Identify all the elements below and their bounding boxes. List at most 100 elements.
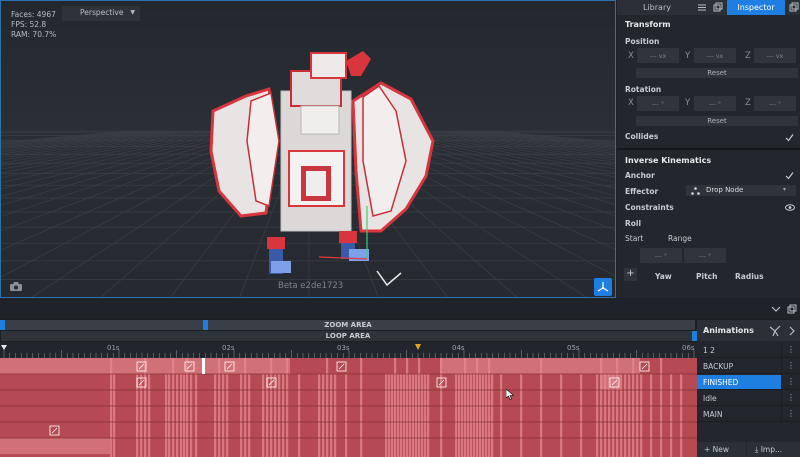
more-options-icon[interactable]: ⋮ [781,343,800,358]
keyframe-column [226,374,229,457]
keyframe-column [298,374,301,457]
tick-label: 05s [567,344,580,352]
plus-icon: + [704,445,713,454]
chevron-right-icon[interactable] [787,325,797,337]
range-label: Range [668,234,692,243]
fps-readout: FPS: 52.8 [11,20,47,29]
keyframe-column [412,374,415,457]
animation-item[interactable]: BACKUP [697,359,781,374]
more-options-icon[interactable]: ⋮ [781,375,800,390]
pos-z-input[interactable]: --- vx [754,48,796,63]
collides-checkbox[interactable] [785,133,794,142]
keyframe-column [421,374,424,457]
tick-label: 03s [337,344,350,352]
keyframe-column [596,374,599,457]
camera-mode-dropdown[interactable]: Perspective ▼ [62,6,140,21]
time-ruler[interactable]: 01s 02s 03s 04s 05s 06s [0,342,697,358]
keyframe-column [500,374,503,457]
effector-dropdown[interactable]: Drop Node ▾ [686,185,796,196]
keyframe-column [176,374,179,457]
3d-viewport[interactable]: Faces: 4967 FPS: 52.8 RAM: 70.7% Perspec… [0,0,616,298]
rot-x-input[interactable]: --- ° [637,96,679,111]
add-constraint-button[interactable]: + [624,268,637,281]
faces-count: Faces: 4967 [11,10,56,19]
keyframe-column [240,374,243,457]
camera-icon[interactable] [10,282,22,291]
anchor-label: Anchor [625,171,655,180]
keyframe-column [148,374,151,457]
keyframe-track-area [0,358,697,457]
node-icon [691,187,700,195]
keyframe-column [624,374,627,457]
zoom-area-bar[interactable]: ZOOM AREA [1,320,695,330]
rot-z-label: Z [745,98,751,108]
rotation-reset-button[interactable]: Reset [636,116,798,126]
roll-start-input[interactable]: --- ° [640,248,682,263]
keyframe-column [680,374,683,457]
keyframe-column [473,374,476,457]
loop-area-bar[interactable]: LOOP AREA [1,331,695,341]
keyframe-column [580,374,583,457]
new-animation-button[interactable]: + New [697,442,746,457]
more-options-icon[interactable]: ⋮ [781,407,800,422]
eye-icon[interactable] [785,203,795,212]
keyframe-column [467,374,470,457]
tick-label: 01s [107,344,120,352]
import-animation-button[interactable]: ⤓ Imp... [747,442,800,457]
keyframe-column [388,374,391,457]
voxel-character[interactable] [209,51,435,287]
keyframe-column [190,374,193,457]
axis-gizmo-button[interactable] [594,278,612,296]
timeline-toolbar [0,300,800,319]
mouse-cursor-icon [506,389,514,400]
loop-start-marker [1,345,7,350]
keyframe-column [400,374,403,457]
popout-icon[interactable] [786,304,798,315]
anchor-checkbox[interactable] [785,171,794,180]
tab-inspector[interactable]: Inspector [727,0,785,15]
zoom-handle-left[interactable] [0,320,5,330]
keyframe-column [415,374,418,457]
start-label: Start [625,234,644,243]
keyframe-column [520,374,523,457]
animations-title: Animations [697,320,800,341]
keyframe-band [0,358,110,374]
roll-label: Roll [625,219,642,228]
animation-item[interactable]: Idle [697,391,781,406]
rot-z-input[interactable]: --- ° [754,96,796,111]
inspector-panel: Library Inspector Transform Position X -… [617,0,800,298]
animation-item[interactable]: 1 2 [697,343,781,358]
panel-tabbar: Library Inspector [617,0,800,15]
chevron-down-icon: ▼ [130,9,135,16]
ram-readout: RAM: 70.7% [11,30,57,39]
more-options-icon[interactable]: ⋮ [781,391,800,406]
keyframe-column [406,358,409,457]
pos-x-input[interactable]: --- vx [637,48,679,63]
popout-icon[interactable] [788,2,800,13]
position-reset-button[interactable]: Reset [636,68,798,78]
keyframe-column [482,374,485,457]
rot-y-input[interactable]: --- ° [694,96,736,111]
keyframe-column [214,374,217,457]
viewport-stats: Faces: 4967 FPS: 52.8 RAM: 70.7% [11,10,56,40]
tick-label: 04s [452,344,465,352]
keyframe-tracks[interactable] [0,358,697,457]
keyframe-column [330,374,333,457]
animation-item[interactable]: FINISHED [697,375,781,390]
animation-item[interactable]: MAIN [697,407,781,422]
popout-icon[interactable] [712,2,724,13]
radius-label: Radius [735,272,764,281]
timeline-panel: ZOOM AREA LOOP AREA 01s 02s 03s 04s 05s 06s A… [0,300,800,457]
roll-range-input[interactable]: --- ° [684,248,726,263]
tab-library[interactable]: Library [621,0,693,15]
more-options-icon[interactable]: ⋮ [781,359,800,374]
pos-y-input[interactable]: --- vx [694,48,736,63]
pos-z-label: Z [745,51,751,61]
chevron-down-icon[interactable] [770,304,782,315]
keyframe-column [391,374,394,457]
keyframe-band [440,358,640,374]
zoom-handle-right[interactable] [203,320,208,330]
skeleton-icon[interactable] [768,324,782,338]
list-icon[interactable] [696,2,708,13]
keyframe-column [397,374,400,457]
